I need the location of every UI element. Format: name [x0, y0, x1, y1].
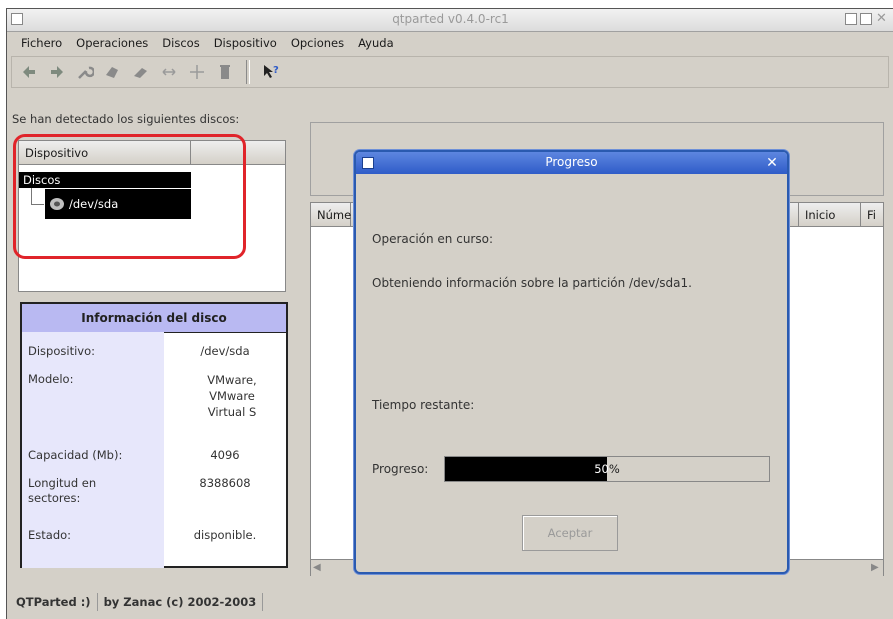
status-author: by Zanac (c) 2002-2003: [98, 593, 264, 611]
toolbar-separator: [246, 60, 250, 84]
info-value: 4096: [210, 448, 240, 462]
highlight-annotation: [13, 134, 246, 259]
menu-dispositivo[interactable]: Dispositivo: [214, 36, 277, 50]
info-row-capacity: Capacidad (Mb): 4096: [22, 440, 286, 466]
window-title: qtparted v0.4.0-rc1: [392, 12, 509, 26]
status-bar: QTParted :) by Zanac (c) 2002-2003: [10, 590, 884, 614]
menu-operaciones[interactable]: Operaciones: [76, 36, 148, 50]
info-value: VMware, VMware Virtual S: [207, 373, 257, 419]
info-value: disponible.: [193, 528, 257, 542]
status-app: QTParted :): [10, 593, 98, 611]
dialog-title-bar: Progreso ✕: [356, 152, 787, 174]
info-row-sectors: Longitud en sectores: 8388608: [22, 468, 286, 510]
info-row-device: Dispositivo: /dev/sda: [22, 336, 286, 362]
svg-text:?: ?: [273, 65, 279, 76]
progress-bar: 50%: [444, 456, 770, 482]
format-icon[interactable]: [102, 61, 124, 83]
progress-percent: 50%: [445, 457, 769, 481]
menu-discos[interactable]: Discos: [162, 36, 199, 50]
disk-info-body: Dispositivo: /dev/sda Modelo: VMware, VM…: [22, 332, 286, 568]
close-icon[interactable]: ✕: [876, 11, 887, 26]
scroll-left-icon[interactable]: ◀: [313, 562, 321, 573]
remaining-label: Tiempo restante:: [372, 398, 475, 412]
operation-text: Obteniendo información sobre la partició…: [372, 276, 692, 290]
menu-ayuda[interactable]: Ayuda: [358, 36, 394, 50]
info-value: /dev/sda: [200, 344, 250, 358]
info-row-model: Modelo: VMware, VMware Virtual S: [22, 364, 286, 436]
info-label: Longitud en sectores:: [28, 476, 97, 505]
info-row-status: Estado: disponible.: [22, 520, 286, 546]
delete-icon[interactable]: [214, 61, 236, 83]
operation-label: Operación en curso:: [372, 232, 494, 246]
toolbar: ?: [11, 56, 889, 88]
resize-icon[interactable]: [158, 61, 180, 83]
redo-icon[interactable]: [46, 61, 68, 83]
progress-dialog: Progreso ✕ Operación en curso: Obteniend…: [354, 150, 789, 574]
move-icon[interactable]: [186, 61, 208, 83]
whats-this-icon[interactable]: ?: [260, 61, 282, 83]
undo-icon[interactable]: [18, 61, 40, 83]
info-label: Capacidad (Mb):: [28, 448, 123, 462]
wrench-icon[interactable]: [74, 61, 96, 83]
disk-info-panel: Información del disco Dispositivo: /dev/…: [20, 302, 288, 568]
accept-button[interactable]: Aceptar: [522, 515, 618, 551]
menu-bar: Fichero Operaciones Discos Dispositivo O…: [7, 31, 893, 55]
menu-fichero[interactable]: Fichero: [21, 36, 62, 50]
progress-label: Progreso:: [372, 462, 429, 476]
column-start[interactable]: Inicio: [799, 203, 861, 227]
maximize-icon[interactable]: [860, 13, 872, 25]
progress-percent-value: 50: [594, 462, 609, 476]
eraser-icon[interactable]: [130, 61, 152, 83]
dialog-close-icon[interactable]: ✕: [764, 155, 780, 171]
column-number[interactable]: Núme: [311, 203, 351, 227]
info-label: Modelo:: [28, 372, 74, 386]
column-end[interactable]: Fi: [861, 203, 883, 227]
menu-opciones[interactable]: Opciones: [291, 36, 344, 50]
scroll-right-icon[interactable]: ▶: [871, 562, 879, 573]
dialog-title: Progreso: [545, 155, 598, 169]
info-label: Estado:: [28, 528, 72, 542]
info-value: 8388608: [199, 476, 251, 490]
detected-disks-label: Se han detectado los siguientes discos:: [12, 112, 240, 126]
info-label: Dispositivo:: [28, 344, 95, 358]
progress-percent-sign: %: [608, 462, 620, 476]
title-bar: qtparted v0.4.0-rc1 ✕: [7, 9, 893, 32]
disk-info-title: Información del disco: [22, 304, 286, 333]
minimize-icon[interactable]: [845, 13, 857, 25]
